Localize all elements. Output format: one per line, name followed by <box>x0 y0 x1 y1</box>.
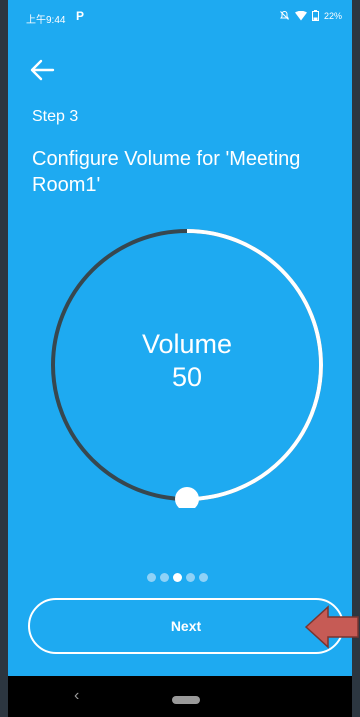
page-dot <box>147 573 156 582</box>
volume-value: 50 <box>171 362 203 392</box>
status-time: 上午9:44 <box>26 15 66 26</box>
page-dot <box>186 573 195 582</box>
parking-app-icon: P <box>76 9 85 23</box>
battery-icon <box>311 10 319 21</box>
page-dot <box>160 573 169 582</box>
back-triangle-icon[interactable]: ‹ <box>74 687 79 705</box>
next-button-label: Next <box>170 618 202 634</box>
volume-dial-knob[interactable] <box>175 487 199 508</box>
page-dot <box>173 573 182 582</box>
page-dot <box>199 573 208 582</box>
volume-readout: Volume 50 <box>44 328 330 394</box>
page-indicator <box>147 573 208 582</box>
mute-icon <box>280 10 289 20</box>
system-nav-bar: ‹ <box>8 676 352 717</box>
status-bar: 上午9:44 P 22% <box>8 0 352 34</box>
step-indicator: Step 3 <box>32 108 79 125</box>
wifi-icon <box>294 10 307 20</box>
app-screen: 上午9:44 P 22% Step 3 Configure Volume for… <box>8 0 352 676</box>
battery-percent: 22% <box>323 10 342 21</box>
status-right-group: 22% <box>279 10 342 21</box>
home-pill-icon[interactable] <box>172 696 200 704</box>
back-button[interactable] <box>28 56 64 86</box>
next-button[interactable]: Next <box>28 598 344 654</box>
volume-label: Volume <box>141 329 233 359</box>
page-title: Configure Volume for 'Meeting Room1' <box>32 148 301 196</box>
annotation-arrow-icon <box>304 605 359 649</box>
arrow-left-icon <box>30 59 55 81</box>
